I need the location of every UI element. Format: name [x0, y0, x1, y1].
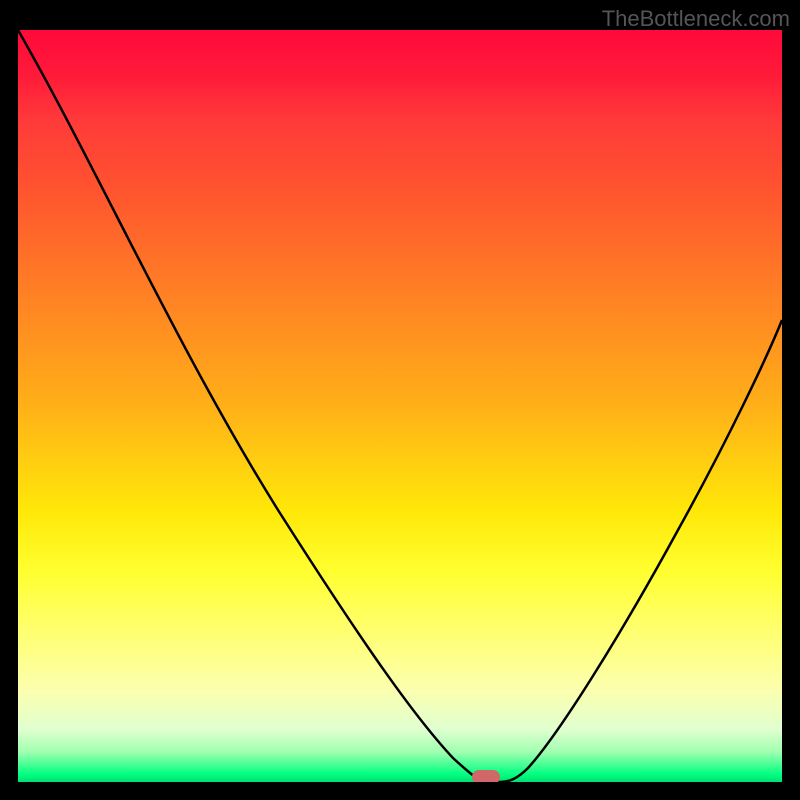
curve-path	[18, 30, 782, 782]
optimal-marker	[472, 770, 500, 782]
watermark-text: TheBottleneck.com	[602, 6, 790, 32]
chart-plot-area	[18, 30, 782, 782]
bottleneck-curve	[18, 30, 782, 782]
